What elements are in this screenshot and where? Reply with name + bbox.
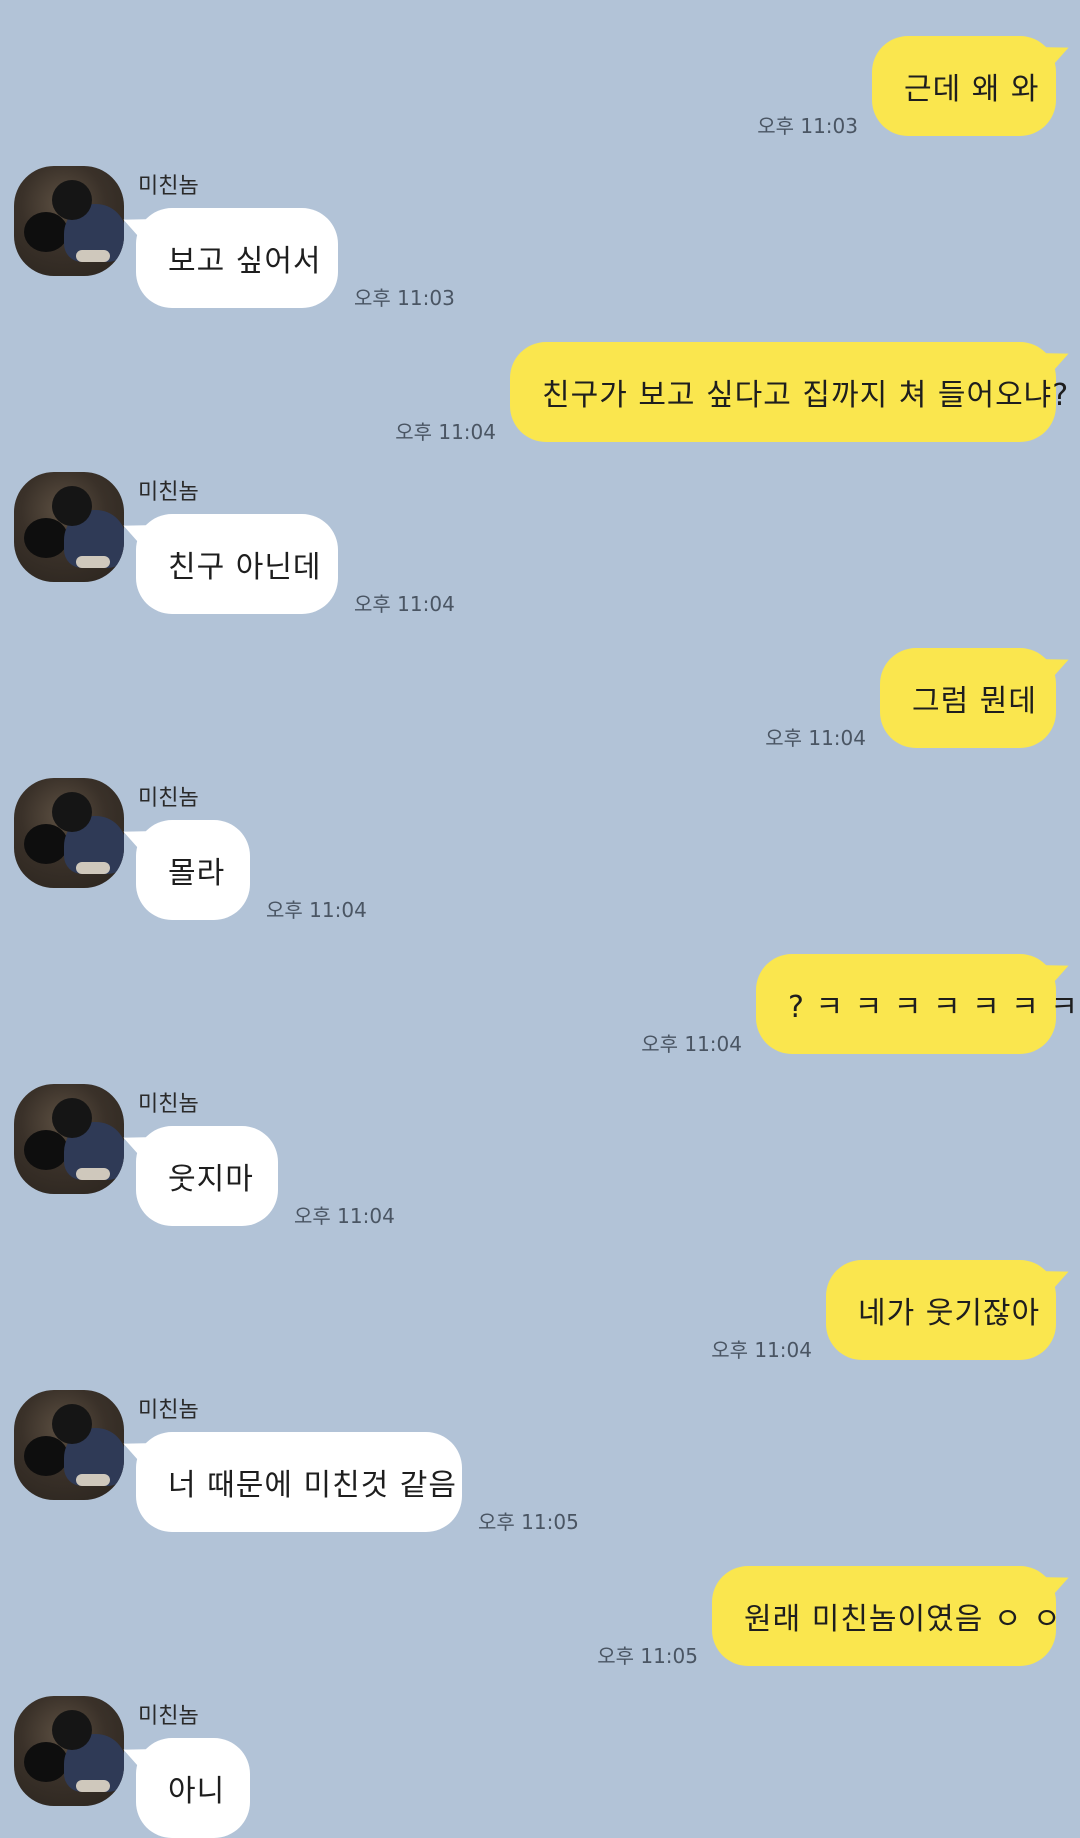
message-time: 오후 11:04 — [641, 1032, 742, 1056]
message-bubble-outgoing[interactable]: 네가 웃기잖아 — [826, 1260, 1056, 1360]
chat-area: 근데 왜 와 오후 11:03 미친놈 보고 싶어서 오후 11:03 친구가 … — [0, 0, 1080, 1838]
sender-name: 미친놈 — [138, 480, 199, 505]
message-bubble-incoming[interactable]: 보고 싶어서 — [136, 208, 338, 308]
message-bubble-outgoing[interactable]: 원래 미친놈이였음 ㅇ ㅇ — [712, 1566, 1061, 1666]
message-bubble-incoming[interactable]: 몰라 — [136, 820, 250, 920]
sender-name: 미친놈 — [138, 1704, 199, 1729]
message-bubble-outgoing[interactable]: 그럼 뭔데 — [880, 648, 1056, 748]
message-time: 오후 11:03 — [757, 114, 858, 138]
message-time: 오후 11:04 — [354, 592, 455, 616]
message-time: 오후 11:04 — [266, 898, 367, 922]
message-time: 오후 11:04 — [765, 726, 866, 750]
message-time: 오후 11:05 — [597, 1644, 698, 1668]
message-bubble-outgoing[interactable]: ? ㅋ ㅋ ㅋ ㅋ ㅋ ㅋ ㅋ — [756, 954, 1078, 1054]
message-time: 오후 11:04 — [395, 420, 496, 444]
message-time: 오후 11:03 — [354, 286, 455, 310]
avatar[interactable] — [14, 1696, 124, 1806]
message-bubble-outgoing[interactable]: 친구가 보고 싶다고 집까지 쳐 들어오냐? — [510, 342, 1068, 442]
avatar[interactable] — [14, 778, 124, 888]
avatar[interactable] — [14, 1084, 124, 1194]
sender-name: 미친놈 — [138, 1398, 199, 1423]
message-bubble-incoming[interactable]: 친구 아닌데 — [136, 514, 338, 614]
sender-name: 미친놈 — [138, 1092, 199, 1117]
avatar[interactable] — [14, 1390, 124, 1500]
message-time: 오후 11:04 — [294, 1204, 395, 1228]
message-time: 오후 11:05 — [478, 1510, 579, 1534]
message-bubble-incoming[interactable]: 너 때문에 미친것 같음 — [136, 1432, 462, 1532]
message-bubble-outgoing[interactable]: 근데 왜 와 — [872, 36, 1056, 136]
message-time: 오후 11:04 — [711, 1338, 812, 1362]
avatar[interactable] — [14, 166, 124, 276]
sender-name: 미친놈 — [138, 174, 199, 199]
sender-name: 미친놈 — [138, 786, 199, 811]
message-bubble-incoming[interactable]: 아니 — [136, 1738, 250, 1838]
message-bubble-incoming[interactable]: 웃지마 — [136, 1126, 278, 1226]
avatar[interactable] — [14, 472, 124, 582]
